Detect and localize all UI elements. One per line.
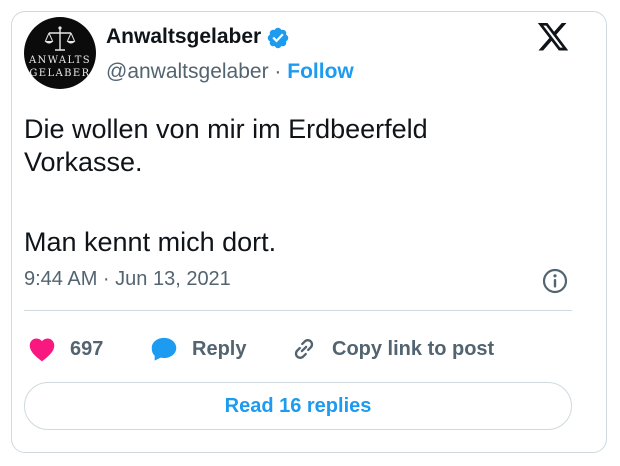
reply-button[interactable]: Reply xyxy=(150,327,246,371)
x-logo-icon[interactable] xyxy=(536,23,570,54)
info-icon[interactable] xyxy=(541,267,569,295)
author-handle[interactable]: @anwaltsgelaber xyxy=(106,60,269,83)
read-replies-button[interactable]: Read 16 replies xyxy=(24,382,572,430)
tweet-text-line: Die wollen von mir im Erdbeerfeld xyxy=(24,114,428,144)
tweet-text-line: Man kennt mich dort. xyxy=(24,227,277,257)
copy-link-button[interactable]: Copy link to post xyxy=(290,327,494,371)
tweet-timestamp[interactable]: 9:44 AM · Jun 13, 2021 xyxy=(24,268,231,291)
divider xyxy=(24,310,572,311)
reply-label: Reply xyxy=(192,337,247,360)
verified-badge-icon xyxy=(267,27,289,49)
like-button[interactable]: 697 xyxy=(28,327,103,371)
link-icon xyxy=(294,339,314,359)
heart-icon xyxy=(29,338,55,362)
avatar-text-bottom: GELABER xyxy=(29,68,91,79)
tweet-text-line: Vorkasse. xyxy=(24,147,143,177)
author-name[interactable]: Anwaltsgelaber xyxy=(106,25,261,49)
tweet-text: Die wollen von mir im Erdbeerfeld Vorkas… xyxy=(24,113,584,259)
avatar[interactable]: ANWALTS GELABER xyxy=(24,17,96,89)
avatar-text-top: ANWALTS xyxy=(28,55,92,66)
reply-bubble-icon xyxy=(151,337,177,361)
follow-button[interactable]: Follow xyxy=(287,60,354,83)
action-bar: 697 Reply Copy link to post xyxy=(24,327,584,371)
like-count: 697 xyxy=(70,337,104,360)
separator-dot: · xyxy=(274,60,282,83)
author-handle-row: @anwaltsgelaber · Follow xyxy=(106,60,354,84)
copy-link-label: Copy link to post xyxy=(332,337,495,360)
